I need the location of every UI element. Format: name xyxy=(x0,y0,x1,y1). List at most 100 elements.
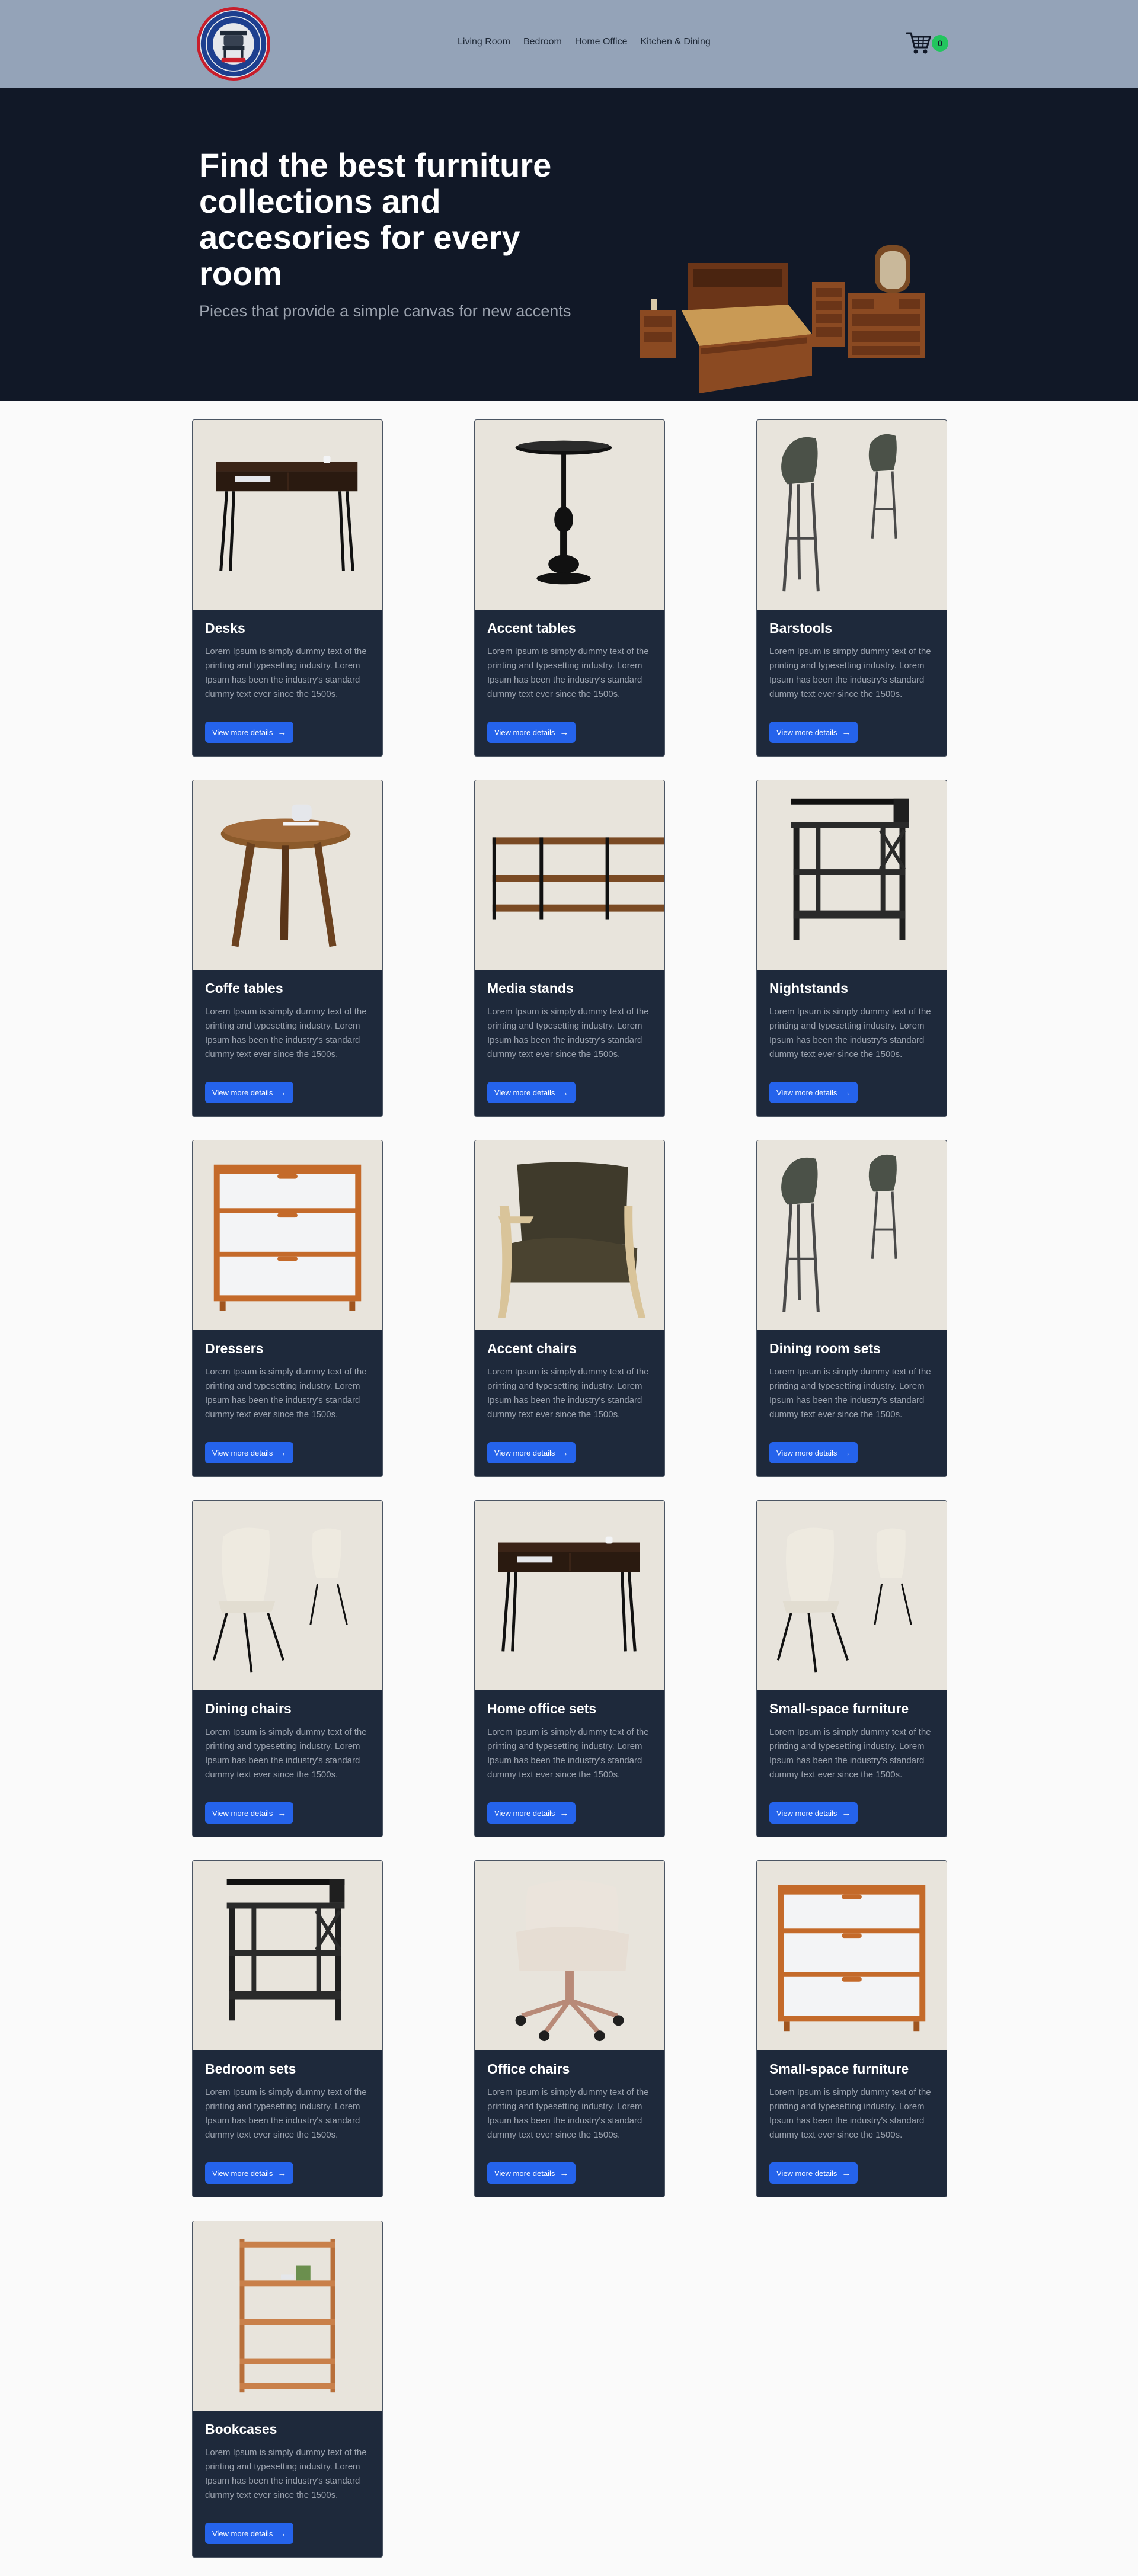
view-details-button[interactable]: View more details → xyxy=(205,1082,294,1103)
product-description: Lorem Ipsum is simply dummy text of the … xyxy=(205,2087,367,2140)
view-details-button[interactable]: View more details → xyxy=(487,1442,576,1463)
product-card: Coffe tables Lorem Ipsum is simply dummy… xyxy=(192,780,383,1117)
product-title: Bedroom sets xyxy=(205,2061,296,2077)
view-details-button[interactable]: View more details → xyxy=(769,1442,858,1463)
arrow-right-icon: → xyxy=(277,2528,287,2539)
product-card: Dining room sets Lorem Ipsum is simply d… xyxy=(756,1140,947,1477)
product-card: Dining chairs Lorem Ipsum is simply dumm… xyxy=(192,1500,383,1837)
view-details-button[interactable]: View more details → xyxy=(205,1442,294,1463)
product-title: Bookcases xyxy=(205,2421,277,2437)
product-title: Nightstands xyxy=(769,981,848,996)
store-logo[interactable] xyxy=(197,7,270,81)
product-title: Small-space furniture xyxy=(769,2061,909,2077)
view-details-button[interactable]: View more details → xyxy=(205,2162,294,2184)
arrow-right-icon: → xyxy=(560,1087,569,1098)
product-title: Accent tables xyxy=(487,620,576,636)
product-card: Small-space furniture Lorem Ipsum is sim… xyxy=(756,1860,947,2197)
product-title: Dining room sets xyxy=(769,1341,881,1356)
view-details-button[interactable]: View more details → xyxy=(205,2523,294,2544)
view-details-button[interactable]: View more details → xyxy=(769,1082,858,1103)
product-description: Lorem Ipsum is simply dummy text of the … xyxy=(205,646,367,699)
site-header: Living Room Bedroom Home Office Kitchen … xyxy=(0,0,1138,88)
product-image-accent-table xyxy=(475,420,664,610)
product-title: Dressers xyxy=(205,1341,264,1356)
arrow-right-icon: → xyxy=(277,1087,287,1098)
product-image-nightstand xyxy=(193,1861,382,2050)
product-image-desk xyxy=(193,420,382,610)
product-description: Lorem Ipsum is simply dummy text of the … xyxy=(205,1727,367,1780)
cart-button[interactable]: 0 xyxy=(904,28,948,57)
product-card: Dressers Lorem Ipsum is simply dummy tex… xyxy=(192,1140,383,1477)
product-image-dresser xyxy=(193,1140,382,1330)
main-nav: Living Room Bedroom Home Office Kitchen … xyxy=(458,37,711,47)
product-description: Lorem Ipsum is simply dummy text of the … xyxy=(487,1007,649,1059)
arrow-right-icon: → xyxy=(277,1808,287,1818)
product-description: Lorem Ipsum is simply dummy text of the … xyxy=(205,2447,367,2500)
view-details-button[interactable]: View more details → xyxy=(487,1082,576,1103)
product-title: Barstools xyxy=(769,620,833,636)
arrow-right-icon: → xyxy=(277,1447,287,1458)
product-card: Nightstands Lorem Ipsum is simply dummy … xyxy=(756,780,947,1117)
product-image-barstools xyxy=(757,420,947,610)
cart-icon xyxy=(906,32,931,54)
product-image-coffee-table xyxy=(193,780,382,970)
arrow-right-icon: → xyxy=(842,1447,851,1458)
view-details-button[interactable]: View more details → xyxy=(205,1802,294,1824)
product-title: Coffe tables xyxy=(205,981,283,996)
hero-title: Find the best furniture collections and … xyxy=(199,146,552,292)
product-description: Lorem Ipsum is simply dummy text of the … xyxy=(769,646,931,699)
nav-item-bedroom[interactable]: Bedroom xyxy=(523,37,562,47)
product-description: Lorem Ipsum is simply dummy text of the … xyxy=(487,1727,649,1780)
view-details-button[interactable]: View more details → xyxy=(769,1802,858,1824)
view-details-button[interactable]: View more details → xyxy=(205,722,294,743)
arrow-right-icon: → xyxy=(842,727,851,738)
view-details-button[interactable]: View more details → xyxy=(769,722,858,743)
nav-item-living-room[interactable]: Living Room xyxy=(458,37,510,47)
product-card: Accent chairs Lorem Ipsum is simply dumm… xyxy=(474,1140,665,1477)
product-title: Accent chairs xyxy=(487,1341,577,1356)
view-details-button[interactable]: View more details → xyxy=(487,1802,576,1824)
view-details-button[interactable]: View more details → xyxy=(487,722,576,743)
product-title: Small-space furniture xyxy=(769,1701,909,1716)
product-description: Lorem Ipsum is simply dummy text of the … xyxy=(487,646,649,699)
product-card: Bedroom sets Lorem Ipsum is simply dummy… xyxy=(192,1860,383,2197)
product-title: Home office sets xyxy=(487,1701,597,1716)
product-description: Lorem Ipsum is simply dummy text of the … xyxy=(487,1367,649,1420)
nav-item-home-office[interactable]: Home Office xyxy=(575,37,628,47)
product-description: Lorem Ipsum is simply dummy text of the … xyxy=(769,1727,931,1780)
product-image-office-chair xyxy=(475,1861,664,2050)
product-card: Accent tables Lorem Ipsum is simply dumm… xyxy=(474,419,665,757)
product-card: Media stands Lorem Ipsum is simply dummy… xyxy=(474,780,665,1117)
nav-item-kitchen-dining[interactable]: Kitchen & Dining xyxy=(640,37,710,47)
product-image-dresser xyxy=(757,1861,947,2050)
product-card: Small-space furniture Lorem Ipsum is sim… xyxy=(756,1500,947,1837)
product-grid: Desks Lorem Ipsum is simply dummy text o… xyxy=(0,401,1138,2576)
hero-banner: Find the best furniture collections and … xyxy=(0,88,1138,401)
product-title: Office chairs xyxy=(487,2061,570,2077)
product-image-barstools xyxy=(757,1140,947,1330)
arrow-right-icon: → xyxy=(560,727,569,738)
product-description: Lorem Ipsum is simply dummy text of the … xyxy=(769,1007,931,1059)
product-image-dining-chairs xyxy=(193,1501,382,1690)
arrow-right-icon: → xyxy=(277,2168,287,2178)
product-card: Desks Lorem Ipsum is simply dummy text o… xyxy=(192,419,383,757)
product-description: Lorem Ipsum is simply dummy text of the … xyxy=(205,1367,367,1420)
product-card: Bookcases Lorem Ipsum is simply dummy te… xyxy=(192,2221,383,2558)
arrow-right-icon: → xyxy=(842,1087,851,1098)
view-details-button[interactable]: View more details → xyxy=(769,2162,858,2184)
product-description: Lorem Ipsum is simply dummy text of the … xyxy=(769,2087,931,2140)
view-details-button[interactable]: View more details → xyxy=(487,2162,576,2184)
product-image-media-stand xyxy=(475,780,664,970)
arrow-right-icon: → xyxy=(277,727,287,738)
product-description: Lorem Ipsum is simply dummy text of the … xyxy=(205,1007,367,1059)
arrow-right-icon: → xyxy=(842,2168,851,2178)
product-image-bookcase xyxy=(193,2221,382,2411)
product-title: Dining chairs xyxy=(205,1701,292,1716)
arrow-right-icon: → xyxy=(560,1447,569,1458)
arrow-right-icon: → xyxy=(842,1808,851,1818)
product-image-accent-chair xyxy=(475,1140,664,1330)
arrow-right-icon: → xyxy=(560,1808,569,1818)
cart-count-badge: 0 xyxy=(932,35,948,52)
product-title: Media stands xyxy=(487,981,574,996)
arrow-right-icon: → xyxy=(560,2168,569,2178)
